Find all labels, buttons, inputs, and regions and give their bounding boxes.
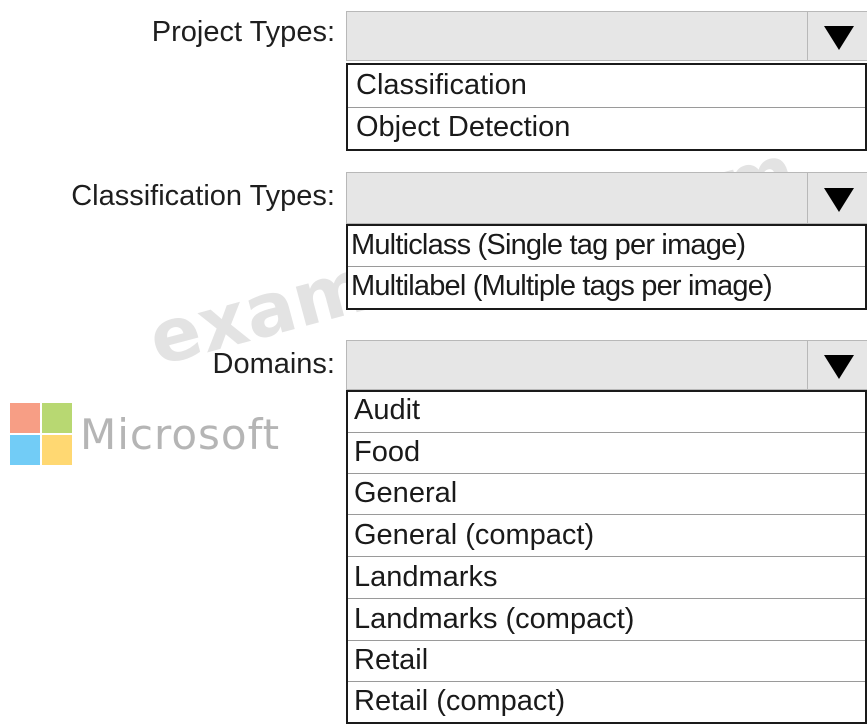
domains-dropdown-button[interactable] [807, 341, 867, 389]
logo-square-green [42, 403, 72, 433]
domain-option[interactable]: Retail (compact) [348, 682, 865, 722]
logo-square-yellow [42, 435, 72, 465]
classification-types-label: Classification Types: [71, 180, 335, 212]
microsoft-wordmark: Microsoft [80, 409, 281, 459]
triangle-down-icon [823, 26, 854, 50]
logo-square-blue [10, 435, 40, 465]
domains-label: Domains: [212, 348, 336, 380]
domain-option[interactable]: Landmarks (compact) [348, 599, 865, 641]
microsoft-logo-squares [10, 403, 72, 465]
classification-type-option[interactable]: Multilabel (Multiple tags per image) [348, 267, 865, 308]
domain-option[interactable]: Audit [348, 392, 865, 433]
domain-option[interactable]: Food [348, 433, 865, 474]
project-types-options: Classification Object Detection [346, 63, 867, 151]
classification-types-dropdown[interactable] [346, 172, 867, 224]
project-types-label: Project Types: [151, 16, 335, 48]
project-type-option[interactable]: Object Detection [348, 108, 865, 149]
classification-type-option[interactable]: Multiclass (Single tag per image) [348, 226, 865, 267]
domains-options: Audit Food General General (compact) Lan… [346, 390, 867, 724]
domain-option[interactable]: Landmarks [348, 557, 865, 599]
logo-square-red [10, 403, 40, 433]
project-types-dropdown[interactable] [346, 11, 867, 61]
domains-dropdown[interactable] [346, 340, 867, 390]
domain-option[interactable]: General (compact) [348, 515, 865, 557]
triangle-down-icon [823, 355, 854, 379]
microsoft-logo: Microsoft [10, 403, 280, 465]
domain-option[interactable]: Retail [348, 641, 865, 682]
domain-option[interactable]: General [348, 474, 865, 515]
project-types-dropdown-button[interactable] [807, 12, 867, 60]
classification-types-dropdown-button[interactable] [807, 173, 867, 223]
triangle-down-icon [823, 188, 854, 212]
classification-types-options: Multiclass (Single tag per image) Multil… [346, 224, 867, 310]
project-type-option[interactable]: Classification [348, 65, 865, 108]
